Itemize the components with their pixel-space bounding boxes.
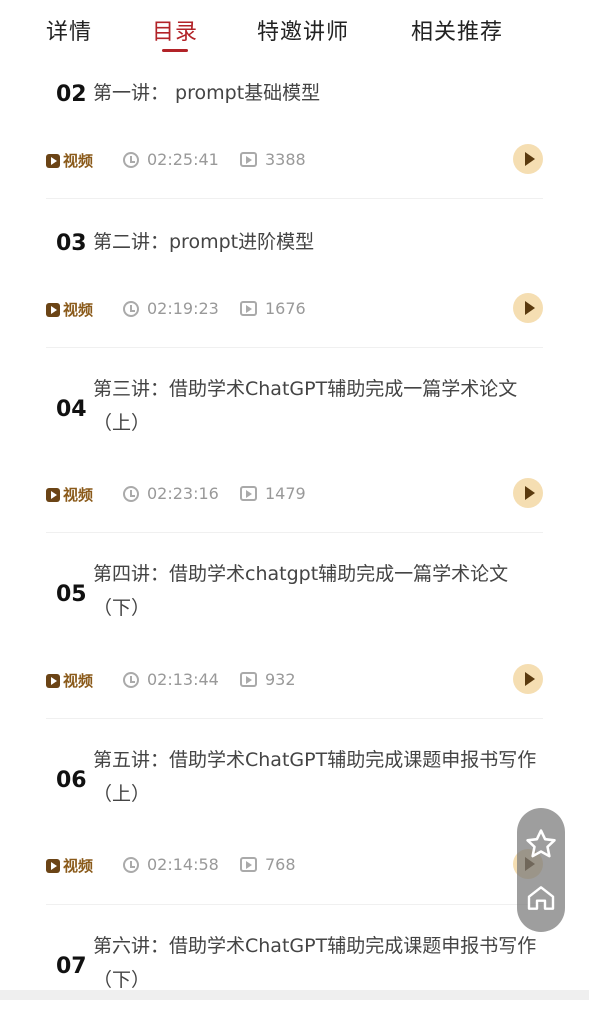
video-badge: 视频 <box>46 484 93 505</box>
star-icon[interactable] <box>517 822 565 866</box>
clock-icon <box>123 671 139 688</box>
lecture-number: 02 <box>56 82 87 107</box>
duration: 02:14:58 <box>123 855 219 874</box>
list-item[interactable]: 03 第二讲：prompt进阶模型 视频 02:19:23 1676 <box>46 199 543 348</box>
lecture-meta: 视频 02:23:16 1479 <box>46 478 543 508</box>
video-icon <box>46 858 60 873</box>
lecture-number: 06 <box>56 768 87 793</box>
lecture-number: 04 <box>56 397 87 422</box>
clock-icon <box>123 300 139 317</box>
play-button[interactable] <box>513 478 543 508</box>
view-count: 1479 <box>240 484 306 503</box>
play-count-icon <box>240 857 257 872</box>
floating-action-bar <box>517 808 565 932</box>
duration: 02:23:16 <box>123 484 219 503</box>
tab-details[interactable]: 详情 <box>46 14 92 46</box>
video-icon <box>46 153 60 168</box>
lecture-meta: 视频 02:19:23 1676 <box>46 293 543 323</box>
tab-lecturers[interactable]: 特邀讲师 <box>257 14 349 46</box>
duration: 02:19:23 <box>123 299 219 318</box>
lecture-number: 03 <box>56 231 87 256</box>
tab-bar: 详情 目录 特邀讲师 相关推荐 <box>0 0 589 62</box>
clock-icon <box>123 856 139 873</box>
lecture-title: 第一讲： prompt基础模型 <box>93 82 321 104</box>
bottom-divider <box>0 990 589 1000</box>
view-count: 1676 <box>240 299 306 318</box>
lecture-title: 第二讲：prompt进阶模型 <box>93 231 315 253</box>
play-button[interactable] <box>513 293 543 323</box>
clock-icon <box>123 151 139 168</box>
play-count-icon <box>240 301 257 316</box>
list-item[interactable]: 05 第四讲：借助学术chatgpt辅助完成一篇学术论文（下） 视频 02:13… <box>46 533 543 719</box>
lecture-number: 07 <box>56 954 87 979</box>
duration: 02:13:44 <box>123 670 219 689</box>
video-badge: 视频 <box>46 670 93 691</box>
video-icon <box>46 673 60 688</box>
duration: 02:25:41 <box>123 150 219 169</box>
list-item[interactable]: 04 第三讲：借助学术ChatGPT辅助完成一篇学术论文（上） 视频 02:23… <box>46 348 543 533</box>
home-icon[interactable] <box>517 876 565 920</box>
video-badge: 视频 <box>46 855 93 876</box>
lecture-meta: 视频 02:25:41 3388 <box>46 144 543 174</box>
lecture-title: 第三讲：借助学术ChatGPT辅助完成一篇学术论文（上） <box>93 378 518 434</box>
lecture-title: 第四讲：借助学术chatgpt辅助完成一篇学术论文（下） <box>93 563 509 619</box>
view-count: 768 <box>240 855 296 874</box>
play-button[interactable] <box>513 144 543 174</box>
tab-recommended[interactable]: 相关推荐 <box>411 14 503 46</box>
lecture-number: 05 <box>56 582 87 607</box>
clock-icon <box>123 485 139 502</box>
play-button[interactable] <box>513 664 543 694</box>
video-icon <box>46 487 60 502</box>
view-count: 3388 <box>240 150 306 169</box>
lecture-list: 02 第一讲： prompt基础模型 视频 02:25:41 3388 03 第… <box>0 62 589 1025</box>
video-badge: 视频 <box>46 299 93 320</box>
lecture-title: 第五讲：借助学术ChatGPT辅助完成课题申报书写作（上） <box>93 749 537 805</box>
lecture-title: 第六讲：借助学术ChatGPT辅助完成课题申报书写作（下） <box>93 935 537 991</box>
list-item[interactable]: 07 第六讲：借助学术ChatGPT辅助完成课题申报书写作（下） <box>46 905 543 1025</box>
video-badge: 视频 <box>46 150 93 171</box>
active-tab-indicator <box>162 49 188 52</box>
lecture-meta: 视频 02:14:58 768 <box>46 849 543 879</box>
list-item[interactable]: 06 第五讲：借助学术ChatGPT辅助完成课题申报书写作（上） 视频 02:1… <box>46 719 543 905</box>
list-item[interactable]: 02 第一讲： prompt基础模型 视频 02:25:41 3388 <box>46 62 543 199</box>
tab-catalog[interactable]: 目录 <box>152 14 198 46</box>
play-count-icon <box>240 672 257 687</box>
video-icon <box>46 302 60 317</box>
lecture-meta: 视频 02:13:44 932 <box>46 664 543 694</box>
play-count-icon <box>240 152 257 167</box>
play-count-icon <box>240 486 257 501</box>
view-count: 932 <box>240 670 296 689</box>
